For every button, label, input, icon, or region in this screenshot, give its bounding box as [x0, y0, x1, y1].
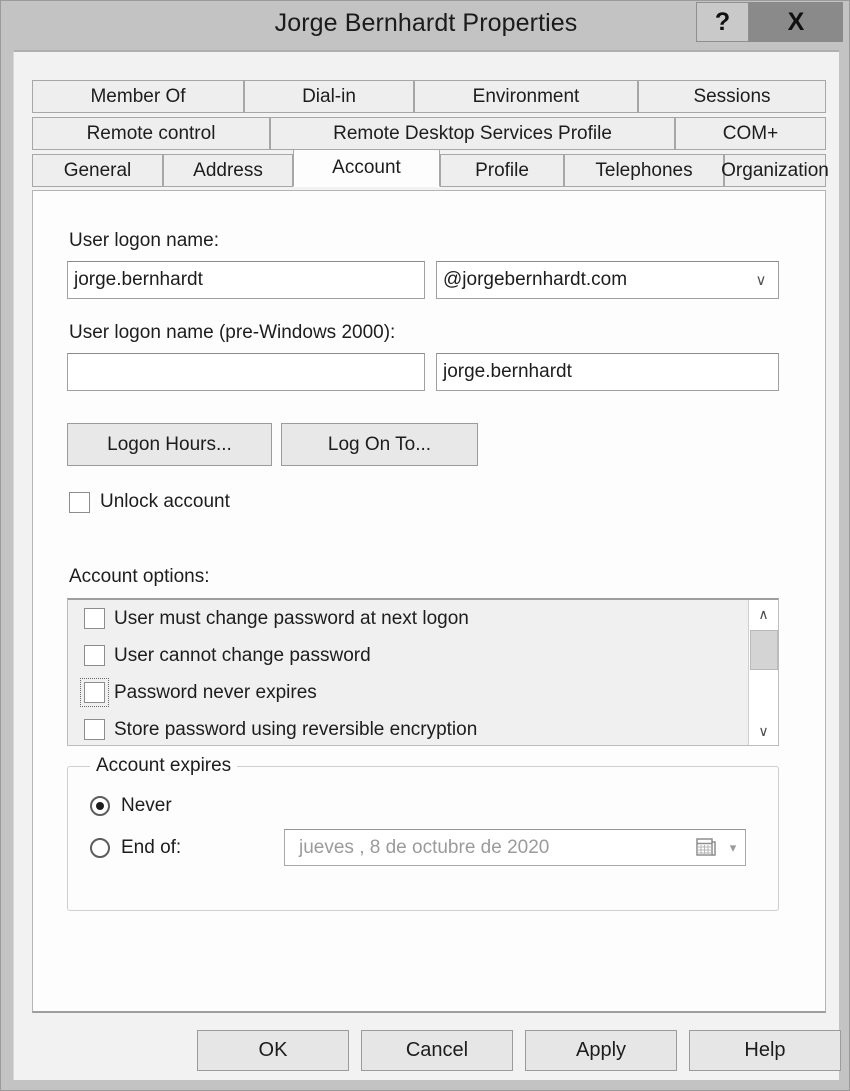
tab-general[interactable]: General: [32, 154, 163, 187]
checkbox-box[interactable]: [84, 682, 105, 703]
pre-windows-2000-name-input[interactable]: jorge.bernhardt: [436, 353, 779, 391]
account-options-scrollbar[interactable]: ∧ ∨: [748, 600, 778, 745]
account-option-label: User cannot change password: [114, 644, 371, 666]
checkbox-box[interactable]: [84, 645, 105, 666]
chevron-down-icon: ∨: [755, 272, 767, 289]
account-expires-end-of-radio[interactable]: End of:: [90, 837, 181, 859]
checkbox-box[interactable]: [84, 719, 105, 740]
dialog-body: Member Of Dial-in Environment Sessions R…: [13, 50, 841, 1080]
logon-hours-button[interactable]: Logon Hours...: [67, 423, 272, 466]
account-option-row[interactable]: Store password using reversible encrypti…: [68, 711, 778, 745]
upn-suffix-value: @jorgebernhardt.com: [443, 269, 628, 290]
tab-account[interactable]: Account: [293, 149, 440, 187]
account-tab-panel: User logon name: jorge.bernhardt @jorgeb…: [32, 190, 826, 1013]
tab-member-of[interactable]: Member Of: [32, 80, 244, 113]
apply-button[interactable]: Apply: [525, 1030, 677, 1071]
account-options-label: Account options:: [69, 566, 210, 587]
tab-strip: Member Of Dial-in Environment Sessions R…: [32, 80, 829, 191]
titlebar-help-button[interactable]: ?: [696, 2, 749, 42]
never-label: Never: [121, 795, 172, 816]
account-option-row[interactable]: User must change password at next logon: [68, 600, 778, 637]
checkbox-box: [69, 491, 90, 513]
scroll-up-icon[interactable]: ∧: [749, 600, 778, 629]
pre-windows-2000-domain-input[interactable]: [67, 353, 425, 391]
account-options-listbox[interactable]: User must change password at next logon …: [67, 598, 779, 746]
help-button[interactable]: Help: [689, 1030, 841, 1071]
scrollbar-thumb[interactable]: [750, 630, 778, 670]
tab-dial-in[interactable]: Dial-in: [244, 80, 414, 113]
tab-sessions[interactable]: Sessions: [638, 80, 826, 113]
dialog-button-bar: OK Cancel Apply Help: [32, 1030, 841, 1074]
titlebar-close-button[interactable]: X: [749, 2, 843, 42]
unlock-account-checkbox[interactable]: Unlock account: [69, 491, 230, 513]
tab-telephones[interactable]: Telephones: [564, 154, 724, 187]
unlock-account-label: Unlock account: [100, 491, 230, 512]
account-option-label: Store password using reversible encrypti…: [114, 718, 478, 740]
expiry-date-value: jueves , 8 de octubre de 2020: [299, 836, 550, 858]
chevron-down-icon[interactable]: ▾: [721, 840, 745, 856]
checkbox-box[interactable]: [84, 608, 105, 629]
pre-windows-2000-label: User logon name (pre-Windows 2000):: [69, 322, 396, 343]
radio-marker: [90, 796, 110, 816]
tab-com-plus[interactable]: COM+: [675, 117, 826, 150]
tab-profile[interactable]: Profile: [440, 154, 564, 187]
properties-dialog-window: Jorge Bernhardt Properties ? X Member Of…: [0, 0, 850, 1091]
tab-remote-desktop-services-profile[interactable]: Remote Desktop Services Profile: [270, 117, 675, 150]
tab-address[interactable]: Address: [163, 154, 293, 187]
log-on-to-button[interactable]: Log On To...: [281, 423, 478, 466]
expiry-date-picker[interactable]: jueves , 8 de octubre de 2020 ▾: [284, 829, 746, 866]
user-logon-name-input[interactable]: jorge.bernhardt: [67, 261, 425, 299]
tab-organization[interactable]: Organization: [721, 154, 829, 187]
title-bar: Jorge Bernhardt Properties ? X: [1, 1, 849, 45]
user-logon-name-label: User logon name:: [69, 230, 219, 251]
end-of-label: End of:: [121, 837, 182, 858]
account-option-label: Password never expires: [114, 681, 317, 703]
ok-button[interactable]: OK: [197, 1030, 349, 1071]
scroll-down-icon[interactable]: ∨: [749, 717, 778, 745]
tab-remote-control[interactable]: Remote control: [32, 117, 270, 150]
account-expires-group: Account expires Never End of: jueves , 8…: [67, 755, 779, 911]
account-expires-legend: Account expires: [90, 755, 238, 777]
calendar-icon[interactable]: [692, 836, 718, 860]
upn-suffix-dropdown[interactable]: @jorgebernhardt.com ∨: [436, 261, 779, 299]
account-option-row[interactable]: Password never expires: [68, 674, 778, 711]
account-option-label: User must change password at next logon: [114, 607, 469, 629]
account-option-row[interactable]: User cannot change password: [68, 637, 778, 674]
tab-environment[interactable]: Environment: [414, 80, 638, 113]
radio-marker: [90, 838, 110, 858]
cancel-button[interactable]: Cancel: [361, 1030, 513, 1071]
account-expires-never-radio[interactable]: Never: [90, 795, 172, 817]
